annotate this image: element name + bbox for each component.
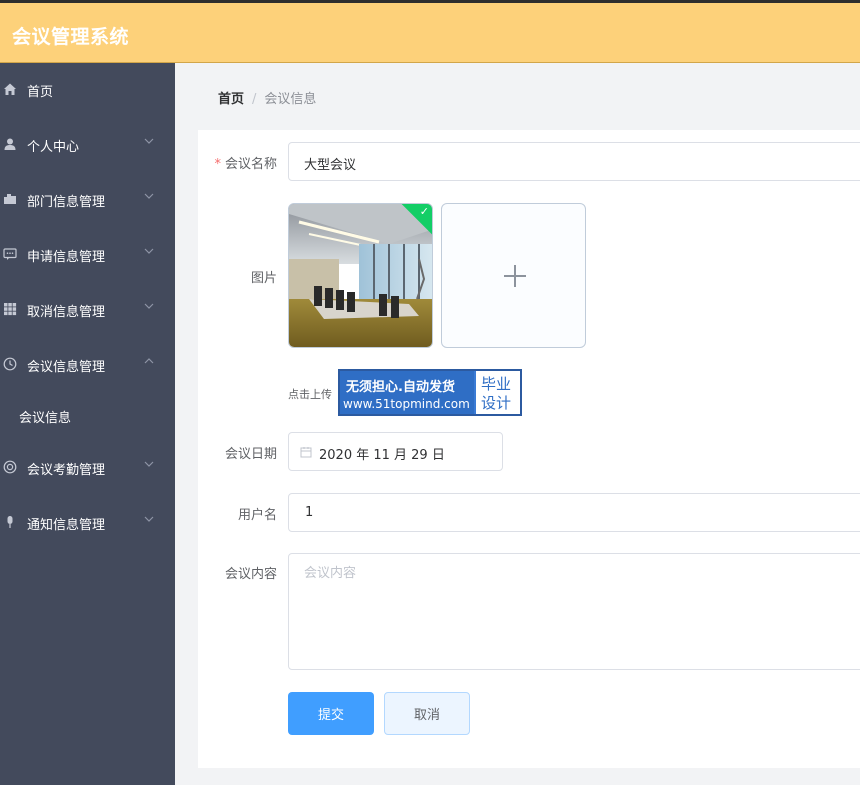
sidebar-item-cancel-info[interactable]: 取消信息管理: [0, 289, 175, 329]
sidebar: 首页 个人中心 部门信息管理 申请信息管理 取消信息管理 会议信息管理 会议信息…: [0, 63, 175, 785]
meeting-name-input[interactable]: 大型会议: [288, 142, 860, 181]
content-placeholder: 会议内容: [304, 566, 357, 581]
watermark-right1: 毕业: [481, 375, 512, 393]
meeting-name-label: * 会议名称: [214, 157, 277, 172]
watermark-line1: 无须担心.自动发货: [346, 380, 455, 395]
app-title: 会议管理系统: [12, 26, 130, 48]
sidebar-item-label: 通知信息管理: [27, 518, 106, 533]
breadcrumb: 首页 / 会议信息: [218, 88, 316, 107]
sidebar-item-personal[interactable]: 个人中心: [0, 124, 175, 164]
submit-button[interactable]: 提交: [288, 692, 374, 735]
calendar-icon: [300, 446, 312, 458]
chevron-down-icon: [143, 190, 155, 202]
chevron-down-icon: [143, 513, 155, 525]
conference-room-photo: [289, 204, 432, 347]
folder-icon: [3, 192, 17, 206]
content-label: 会议内容: [224, 567, 277, 582]
cancel-button[interactable]: 取消: [384, 692, 470, 735]
sidebar-subitem-label: 会议信息: [19, 411, 72, 426]
sidebar-item-label: 个人中心: [27, 140, 80, 155]
breadcrumb-home[interactable]: 首页: [218, 92, 244, 107]
uploaded-image[interactable]: ✓: [288, 203, 433, 348]
sidebar-item-department[interactable]: 部门信息管理: [0, 179, 175, 219]
clock-icon: [3, 357, 17, 371]
username-value: 1: [305, 505, 314, 520]
meeting-date-picker[interactable]: 2020 年 11 月 29 日: [288, 432, 503, 471]
image-label: 图片: [250, 271, 277, 286]
sidebar-item-label: 会议考勤管理: [27, 463, 106, 478]
home-icon: [3, 82, 17, 96]
breadcrumb-current: 会议信息: [264, 92, 317, 107]
meeting-date-label: 会议日期: [224, 447, 277, 462]
chevron-down-icon: [143, 135, 155, 147]
mic-icon: [3, 515, 17, 529]
upload-add-button[interactable]: [441, 203, 586, 348]
meeting-date-value: 2020 年 11 月 29 日: [319, 448, 445, 463]
chevron-up-icon: [143, 355, 155, 367]
username-label: 用户名: [237, 508, 277, 523]
meeting-name-value: 大型会议: [304, 158, 357, 173]
sidebar-item-label: 会议信息管理: [27, 360, 106, 375]
sidebar-item-home[interactable]: 首页: [0, 69, 175, 109]
content-textarea[interactable]: 会议内容: [288, 553, 860, 670]
chevron-down-icon: [143, 458, 155, 470]
sidebar-item-application[interactable]: 申请信息管理: [0, 234, 175, 274]
upload-tip: 点击上传: [288, 388, 332, 401]
sidebar-item-attendance[interactable]: 会议考勤管理: [0, 447, 175, 487]
chevron-down-icon: [143, 245, 155, 257]
username-input[interactable]: 1: [288, 493, 860, 532]
user-icon: [3, 137, 17, 151]
sidebar-item-label: 首页: [27, 85, 54, 100]
chevron-down-icon: [143, 300, 155, 312]
top-bar: 会议管理系统: [0, 0, 860, 63]
grid-icon: [3, 302, 17, 316]
sidebar-item-label: 部门信息管理: [27, 195, 106, 210]
check-icon: ✓: [419, 205, 429, 218]
watermark-banner: 无须担心.自动发货 www.51topmind.com 毕业 设计: [338, 369, 522, 416]
breadcrumb-separator: /: [252, 92, 257, 107]
sidebar-item-meeting-info[interactable]: 会议信息管理: [0, 344, 175, 384]
sidebar-item-label: 申请信息管理: [27, 250, 106, 265]
sidebar-item-label: 取消信息管理: [27, 305, 106, 320]
watermark-right2: 设计: [481, 394, 512, 412]
sidebar-subitem-meeting-info[interactable]: 会议信息: [0, 395, 175, 435]
chat-icon: [3, 247, 17, 261]
lifebuoy-icon: [3, 460, 17, 474]
watermark-line2: www.51topmind.com: [343, 397, 470, 411]
sidebar-item-notice[interactable]: 通知信息管理: [0, 502, 175, 542]
